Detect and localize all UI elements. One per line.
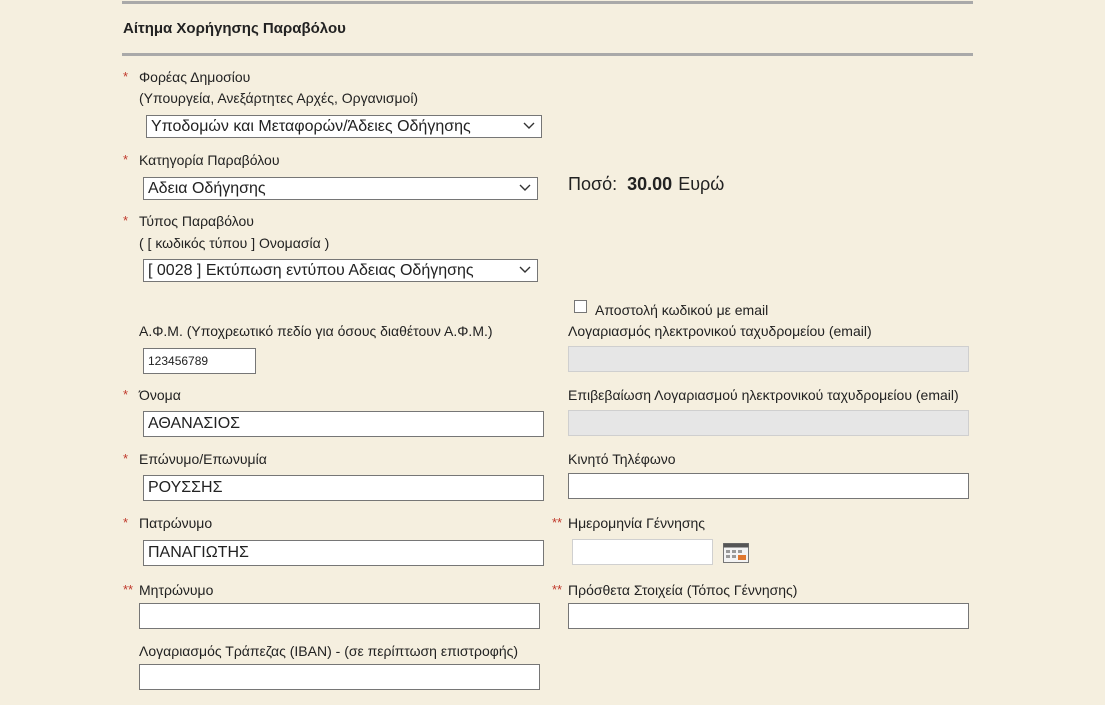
fee-type-sublabel: ( [ κωδικός τύπου ] Ονομασία ) — [139, 235, 330, 251]
chevron-down-icon — [519, 184, 531, 191]
iban-label: Λογαριασμός Τράπεζας (IBAN) - (σε περίπτ… — [139, 643, 519, 659]
extra-info-label: Πρόσθετα Στοιχεία (Τόπος Γέννησης) — [568, 582, 798, 598]
fee-type-label: Τύπος Παραβόλου — [139, 213, 254, 229]
required-marker: * — [123, 451, 129, 466]
email-confirm-label: Επιβεβαίωση Λογαριασμού ηλεκτρονικού ταχ… — [568, 387, 959, 403]
afm-label: Α.Φ.Μ. (Υποχρεωτικό πεδίο για όσους διαθ… — [139, 323, 493, 339]
required-marker: * — [123, 69, 129, 84]
agency-sublabel: (Υπουργεία, Ανεξάρτητες Αρχές, Οργανισμο… — [139, 90, 419, 106]
double-required-marker: ** — [123, 582, 134, 597]
father-name-label: Πατρώνυμο — [139, 515, 213, 531]
category-select[interactable]: Αδεια Οδήγησης — [143, 177, 538, 200]
mobile-label: Κινητό Τηλέφωνο — [568, 451, 676, 467]
required-marker: * — [123, 213, 129, 228]
agency-select-value: Υποδομών και Μεταφορών/Άδειες Οδήγησης — [151, 118, 471, 135]
required-marker: * — [123, 152, 129, 167]
email-confirm-field[interactable] — [568, 410, 969, 436]
send-code-email-checkbox[interactable] — [574, 300, 587, 313]
category-label: Κατηγορία Παραβόλου — [139, 152, 280, 168]
required-marker: * — [123, 387, 129, 402]
birth-date-input[interactable] — [572, 539, 713, 565]
amount-display: Ποσό: 30.00 Ευρώ — [568, 174, 724, 195]
extra-info-input[interactable] — [568, 603, 969, 629]
birth-date-label: Ημερομηνία Γέννησης — [568, 515, 706, 531]
fee-type-select-value: [ 0028 ] Εκτύπωση εντύπου Αδειας Οδήγηση… — [148, 262, 474, 279]
double-required-marker: ** — [552, 515, 563, 530]
fee-type-select[interactable]: [ 0028 ] Εκτύπωση εντύπου Αδειας Οδήγηση… — [143, 259, 538, 282]
top-rule — [122, 1, 973, 4]
mother-name-label: Μητρώνυμο — [139, 582, 214, 598]
iban-input[interactable] — [139, 664, 540, 690]
email-field[interactable] — [568, 346, 969, 372]
agency-label: Φορέας Δημοσίου — [139, 69, 251, 85]
agency-select[interactable]: Υποδομών και Μεταφορών/Άδειες Οδήγησης — [146, 115, 542, 138]
send-code-email-label: Αποστολή κωδικού με email — [595, 302, 769, 318]
last-name-input[interactable]: ΡΟΥΣΣΗΣ — [143, 475, 544, 501]
form-title: Αίτημα Χορήγησης Παραβόλου — [123, 20, 346, 37]
calendar-icon[interactable] — [723, 543, 749, 563]
last-name-label: Επώνυμο/Επωνυμία — [139, 451, 267, 467]
title-rule — [122, 53, 973, 56]
amount-label: Ποσό: — [568, 174, 618, 194]
double-required-marker: ** — [552, 582, 563, 597]
email-label: Λογαριασμός ηλεκτρονικού ταχυδρομείου (e… — [568, 323, 872, 339]
amount-currency: Ευρώ — [678, 174, 725, 194]
category-select-value: Αδεια Οδήγησης — [148, 180, 266, 197]
chevron-down-icon — [519, 266, 531, 273]
afm-input[interactable]: 123456789 — [143, 348, 256, 374]
chevron-down-icon — [523, 122, 535, 129]
first-name-input[interactable]: ΑΘΑΝΑΣΙΟΣ — [143, 411, 544, 437]
father-name-input[interactable]: ΠΑΝΑΓΙΩΤΗΣ — [143, 540, 544, 566]
amount-value: 30.00 — [627, 174, 673, 194]
mother-name-input[interactable] — [139, 603, 540, 629]
required-marker: * — [123, 515, 129, 530]
mobile-input[interactable] — [568, 473, 969, 499]
first-name-label: Όνομα — [139, 387, 181, 403]
